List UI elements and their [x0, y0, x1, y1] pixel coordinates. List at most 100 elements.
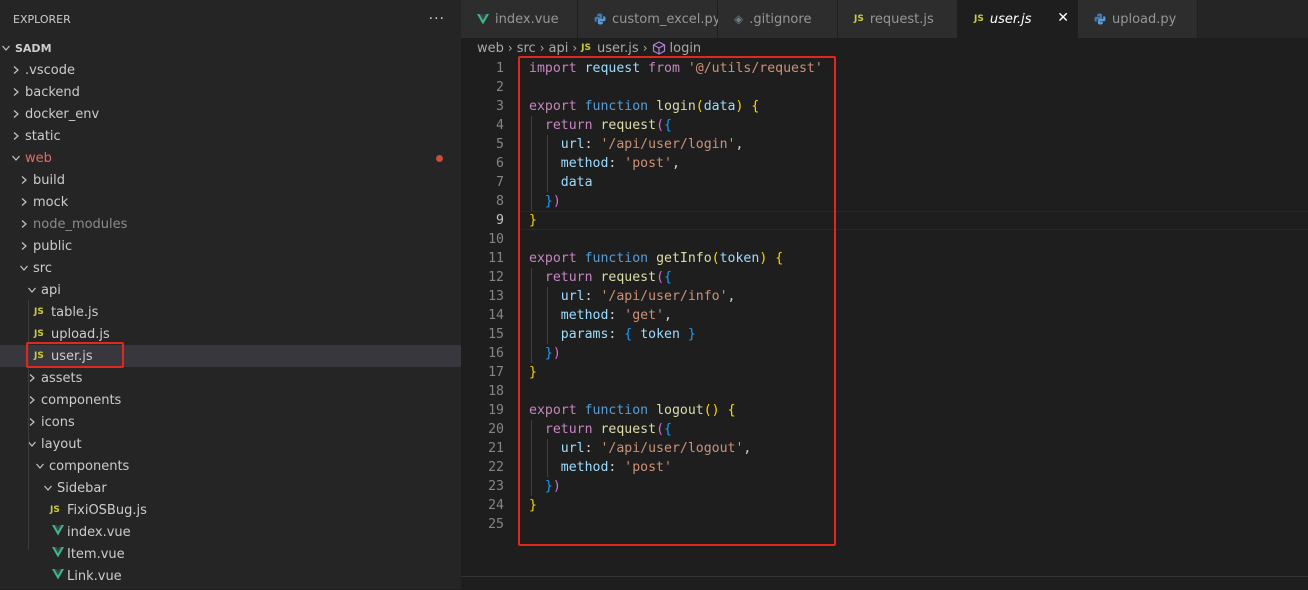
code-line[interactable]: })	[529, 344, 561, 363]
code-line[interactable]: }	[529, 496, 537, 515]
file-item[interactable]: Link.vue	[0, 565, 461, 587]
code-line[interactable]: })	[529, 477, 561, 496]
folder-item[interactable]: icons	[0, 411, 461, 433]
folder-item[interactable]: src	[0, 257, 461, 279]
file-item[interactable]: JS table.js	[0, 301, 461, 323]
file-item[interactable]: JS upload.js	[0, 323, 461, 345]
workspace-root[interactable]: SADM	[0, 37, 461, 59]
tree-item-label: SADM	[15, 41, 52, 55]
indent-guide	[546, 439, 548, 477]
code-line[interactable]: url: '/api/user/logout',	[529, 439, 752, 458]
js-file-icon: JS	[581, 43, 591, 53]
folder-item[interactable]: layout	[0, 433, 461, 455]
chevron-right-icon: ›	[539, 41, 545, 55]
line-number: 6	[496, 156, 504, 171]
tree-item-label: web	[25, 150, 52, 166]
line-number: 12	[488, 270, 504, 285]
folder-item[interactable]: node_modules	[0, 213, 461, 235]
code-line[interactable]: }	[529, 363, 537, 382]
code-line[interactable]: url: '/api/user/login',	[529, 135, 744, 154]
tab-label: user.js	[989, 11, 1032, 27]
file-item[interactable]: JS FixiOSBug.js	[0, 499, 461, 521]
tree-item-label: Item.vue	[67, 546, 125, 562]
chevron-right-icon	[20, 242, 28, 250]
indent-guide	[531, 420, 532, 496]
tree-item-label: upload.js	[51, 326, 110, 342]
folder-item[interactable]: .vscode	[0, 59, 461, 81]
code-line[interactable]: method: 'post',	[529, 154, 680, 173]
tree-item-label: node_modules	[33, 216, 128, 232]
file-item[interactable]: JS user.js	[0, 345, 461, 367]
tree-item-label: layout	[41, 436, 82, 452]
code-line[interactable]: method: 'get',	[529, 306, 672, 325]
folder-item[interactable]: public	[0, 235, 461, 257]
code-line[interactable]: import request from '@/utils/request'	[529, 59, 823, 78]
code-line[interactable]: return request({	[529, 116, 672, 135]
code-editor[interactable]: 1 import request from '@/utils/request' 2 3…	[461, 58, 1308, 576]
line-number: 11	[488, 251, 504, 266]
folder-item[interactable]: mock	[0, 191, 461, 213]
line-number: 2	[496, 80, 504, 95]
breadcrumb-file[interactable]: user.js	[597, 41, 639, 56]
folder-item[interactable]: assets	[0, 367, 461, 389]
tab-label: upload.py	[1112, 11, 1177, 27]
code-line[interactable]: params: { token }	[529, 325, 696, 344]
tab-custom-excel-py[interactable]: custom_excel.py	[578, 0, 721, 38]
code-line[interactable]: export function login(data) {	[529, 97, 759, 116]
tree-item-label: user.js	[51, 348, 93, 364]
code-line[interactable]: return request({	[529, 268, 672, 287]
folder-item[interactable]: web	[0, 147, 461, 169]
vue-file-icon	[52, 524, 66, 540]
folder-item[interactable]: Sidebar	[0, 477, 461, 499]
tab-label: custom_excel.py	[612, 11, 721, 27]
line-number: 7	[496, 175, 504, 190]
breadcrumb-web[interactable]: web	[477, 41, 504, 56]
chevron-right-icon	[12, 66, 20, 74]
tree-item-label: assets	[41, 370, 83, 386]
line-number: 16	[488, 346, 504, 361]
js-file-icon: JS	[50, 505, 60, 515]
tab-gitignore[interactable]: ◈ .gitignore	[718, 0, 838, 38]
file-item[interactable]: Item.vue	[0, 543, 461, 565]
code-line[interactable]: url: '/api/user/info',	[529, 287, 736, 306]
line-number: 15	[488, 327, 504, 342]
code-line[interactable]: return request({	[529, 420, 672, 439]
code-line[interactable]: data	[529, 173, 593, 192]
more-actions-icon[interactable]: ···	[429, 11, 445, 27]
js-file-icon: JS	[854, 14, 864, 24]
tab-user-js[interactable]: JS user.js ✕	[958, 0, 1078, 38]
breadcrumb-src[interactable]: src	[517, 41, 536, 56]
breadcrumb-api[interactable]: api	[549, 41, 569, 56]
folder-item[interactable]: docker_env	[0, 103, 461, 125]
code-line[interactable]: })	[529, 192, 561, 211]
tree-item-label: src	[33, 260, 52, 276]
breadcrumb-symbol[interactable]: login	[670, 41, 702, 56]
tab-upload-py[interactable]: upload.py	[1078, 0, 1198, 38]
folder-item[interactable]: components	[0, 455, 461, 477]
folder-item[interactable]: backend	[0, 81, 461, 103]
indent-guide	[531, 268, 532, 363]
tab-request-js[interactable]: JS request.js	[838, 0, 958, 38]
folder-item[interactable]: api	[0, 279, 461, 301]
git-icon: ◈	[734, 12, 744, 26]
chevron-right-icon	[12, 110, 20, 118]
tree-item-label: build	[33, 172, 65, 188]
folder-item[interactable]: build	[0, 169, 461, 191]
tree-item-label: api	[41, 282, 61, 298]
indent-guide	[546, 135, 548, 192]
chevron-down-icon	[36, 462, 44, 470]
folder-item[interactable]: components	[0, 389, 461, 411]
vue-file-icon	[52, 546, 66, 562]
code-line[interactable]: export function getInfo(token) {	[529, 249, 783, 268]
tab-index-vue[interactable]: index.vue	[461, 0, 578, 38]
tree-item-label: backend	[25, 84, 80, 100]
chevron-right-icon	[20, 176, 28, 184]
code-line[interactable]: export function logout() {	[529, 401, 736, 420]
folder-item[interactable]: static	[0, 125, 461, 147]
line-number: 1	[496, 61, 504, 76]
file-item[interactable]: index.vue	[0, 521, 461, 543]
close-icon[interactable]: ✕	[1057, 10, 1069, 26]
code-line[interactable]: method: 'post'	[529, 458, 672, 477]
code-line[interactable]: }	[529, 211, 537, 230]
line-number: 25	[488, 517, 504, 532]
